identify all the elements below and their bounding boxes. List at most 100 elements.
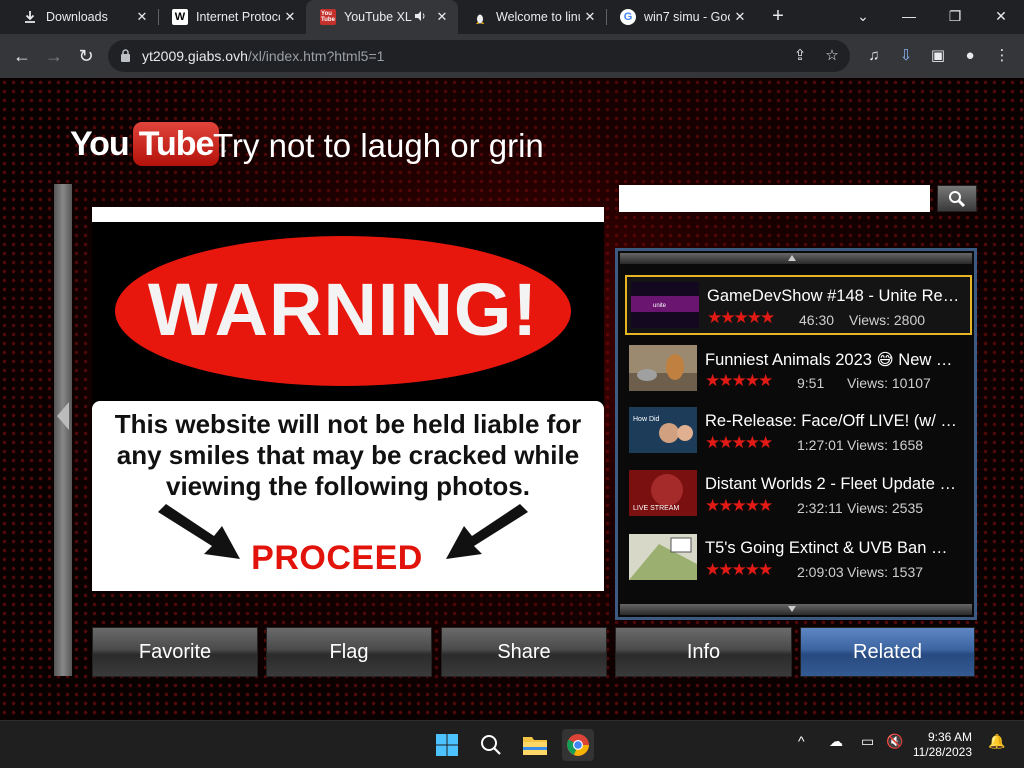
- youtube-icon: You Tube: [320, 9, 336, 25]
- notification-bell-icon[interactable]: 🔔: [988, 733, 1005, 750]
- new-tab-button[interactable]: +: [766, 5, 790, 29]
- video-duration: 46:30: [799, 312, 835, 328]
- video-thumbnail: LIVE STREAM: [629, 470, 697, 516]
- restore-button[interactable]: ❐: [932, 0, 978, 34]
- file-explorer-icon[interactable]: [519, 729, 551, 761]
- audio-playing-icon[interactable]: [414, 10, 426, 25]
- scroll-up-button[interactable]: [620, 253, 972, 264]
- minimize-button[interactable]: —: [886, 0, 932, 34]
- warning-message: This website will not be held liable for…: [114, 409, 582, 501]
- back-button[interactable]: ←: [8, 42, 36, 70]
- close-tab-icon[interactable]: ✕: [432, 9, 452, 25]
- linux-icon: [472, 9, 488, 25]
- favorite-button[interactable]: Favorite: [92, 627, 258, 677]
- related-videos-panel: unite GameDevShow #148 - Unite Re… ★★★★★…: [615, 248, 977, 620]
- download-arrow-icon[interactable]: ⇩: [894, 42, 918, 70]
- rating-stars: ★★★★★: [705, 433, 773, 452]
- menu-dots-icon[interactable]: ⋮: [990, 42, 1014, 70]
- address-bar[interactable]: yt2009.giabs.ovh/xl/index.htm?html5=1 ⇪ …: [108, 40, 850, 72]
- video-title: Funniest Animals 2023 😅 New …: [705, 351, 953, 369]
- video-title: Try not to laugh or grin: [213, 127, 544, 164]
- share-icon[interactable]: ⇪: [788, 42, 812, 70]
- related-video-item[interactable]: unite GameDevShow #148 - Unite Re… ★★★★★…: [625, 275, 972, 335]
- video-thumbnail: How Did: [629, 407, 697, 453]
- video-title: T5's Going Extinct & UVB Ban …: [705, 539, 948, 557]
- video-duration: 9:51: [797, 375, 825, 391]
- video-views: Views: 2800: [849, 312, 926, 328]
- side-scroll-bar[interactable]: [54, 184, 72, 676]
- up-arrow-icon: [788, 255, 796, 261]
- tab-internet-protocol[interactable]: W Internet Protocol ✕: [158, 0, 306, 34]
- info-button[interactable]: Info: [615, 627, 792, 677]
- tab-welcome-to-linux[interactable]: Welcome to linux ✕: [458, 0, 606, 34]
- download-icon: [22, 9, 38, 25]
- start-icon[interactable]: [431, 729, 463, 761]
- search-icon[interactable]: [475, 729, 507, 761]
- reload-button[interactable]: ↻: [72, 42, 100, 70]
- scroll-down-button[interactable]: [620, 604, 972, 615]
- proceed-text: PROCEED: [251, 539, 423, 577]
- related-video-item[interactable]: How Did Re-Release: Face/Off LIVE! (w/ ……: [625, 402, 972, 462]
- tab-title: Downloads: [46, 10, 108, 24]
- side-panel-icon[interactable]: ▣: [926, 42, 950, 70]
- svg-text:How Did: How Did: [633, 416, 660, 423]
- close-tab-icon[interactable]: ✕: [132, 9, 152, 25]
- video-title: Distant Worlds 2 - Fleet Update …: [705, 475, 956, 493]
- media-control-icon[interactable]: ♫: [862, 42, 886, 70]
- rating-stars: ★★★★★: [705, 496, 773, 515]
- bookmark-star-icon[interactable]: ☆: [820, 42, 844, 70]
- profile-icon[interactable]: ●: [958, 42, 982, 70]
- network-icon[interactable]: ▭: [861, 733, 874, 750]
- forward-button[interactable]: →: [40, 42, 68, 70]
- video-player[interactable]: WARNING! This website will not be held l…: [92, 207, 604, 591]
- video-duration: 1:27:01: [797, 437, 844, 453]
- volume-muted-icon[interactable]: 🔇: [886, 733, 903, 750]
- svg-text:unite: unite: [653, 303, 667, 309]
- windows-taskbar: ^ ☁ ▭ 🔇 9:36 AM 11/28/2023 🔔: [0, 720, 1024, 768]
- svg-text:LIVE STREAM: LIVE STREAM: [633, 505, 679, 512]
- close-window-button[interactable]: ✕: [978, 0, 1024, 34]
- video-duration: 2:32:11: [797, 500, 843, 516]
- close-tab-icon[interactable]: ✕: [730, 9, 750, 25]
- video-thumbnail: [629, 345, 697, 391]
- show-hidden-icons-chevron[interactable]: ^: [798, 733, 805, 749]
- related-video-item[interactable]: T5's Going Extinct & UVB Ban … ★★★★★ 2:0…: [625, 529, 972, 589]
- video-views: Views: 1658: [847, 437, 924, 453]
- tab-downloads[interactable]: Downloads ✕: [8, 0, 158, 34]
- warning-heading: WARNING!: [147, 268, 539, 351]
- tab-title: win7 simu - Google: [644, 10, 730, 24]
- youtube-logo[interactable]: You Tube ™: [70, 122, 226, 166]
- left-arrow-icon[interactable]: [57, 402, 69, 430]
- tab-title: Internet Protocol: [196, 10, 280, 24]
- related-video-item[interactable]: Funniest Animals 2023 😅 New … ★★★★★ 9:51…: [625, 340, 972, 400]
- google-icon: G: [620, 9, 636, 25]
- wikipedia-icon: W: [172, 9, 188, 25]
- chrome-icon[interactable]: [562, 729, 594, 761]
- page-content: You Tube ™ Try not to laugh or grin WARN…: [0, 78, 1024, 720]
- url-text[interactable]: yt2009.giabs.ovh/xl/index.htm?html5=1: [142, 48, 384, 64]
- tab-title: YouTube XL: [344, 10, 412, 24]
- video-title: Re-Release: Face/Off LIVE! (w/ …: [705, 412, 957, 430]
- video-views: Views: 1537: [847, 564, 924, 580]
- tab-title: Welcome to linux: [496, 10, 580, 24]
- close-tab-icon[interactable]: ✕: [280, 9, 300, 25]
- browser-toolbar: ← → ↻ yt2009.giabs.ovh/xl/index.htm?html…: [0, 34, 1024, 78]
- taskbar-clock[interactable]: 9:36 AM 11/28/2023: [912, 730, 972, 760]
- tab-search-chevron-icon[interactable]: ⌄: [840, 0, 886, 34]
- video-views: Views: 10107: [847, 375, 931, 391]
- flag-button[interactable]: Flag: [266, 627, 432, 677]
- video-thumbnail: unite: [631, 282, 699, 328]
- search-icon: [949, 191, 966, 208]
- share-button[interactable]: Share: [441, 627, 607, 677]
- related-button[interactable]: Related: [800, 627, 975, 677]
- search-button[interactable]: [937, 185, 977, 212]
- tab-youtube-xl[interactable]: You Tube YouTube XL ✕: [306, 0, 458, 34]
- video-duration: 2:09:03: [797, 564, 844, 580]
- cloud-sync-icon[interactable]: ☁: [829, 733, 843, 750]
- close-tab-icon[interactable]: ✕: [580, 9, 600, 25]
- tab-win7-simu[interactable]: G win7 simu - Google ✕: [606, 0, 756, 34]
- video-views: Views: 2535: [847, 500, 924, 516]
- search-input[interactable]: [619, 185, 930, 212]
- related-video-item[interactable]: LIVE STREAM Distant Worlds 2 - Fleet Upd…: [625, 465, 972, 525]
- lock-icon[interactable]: [120, 49, 131, 62]
